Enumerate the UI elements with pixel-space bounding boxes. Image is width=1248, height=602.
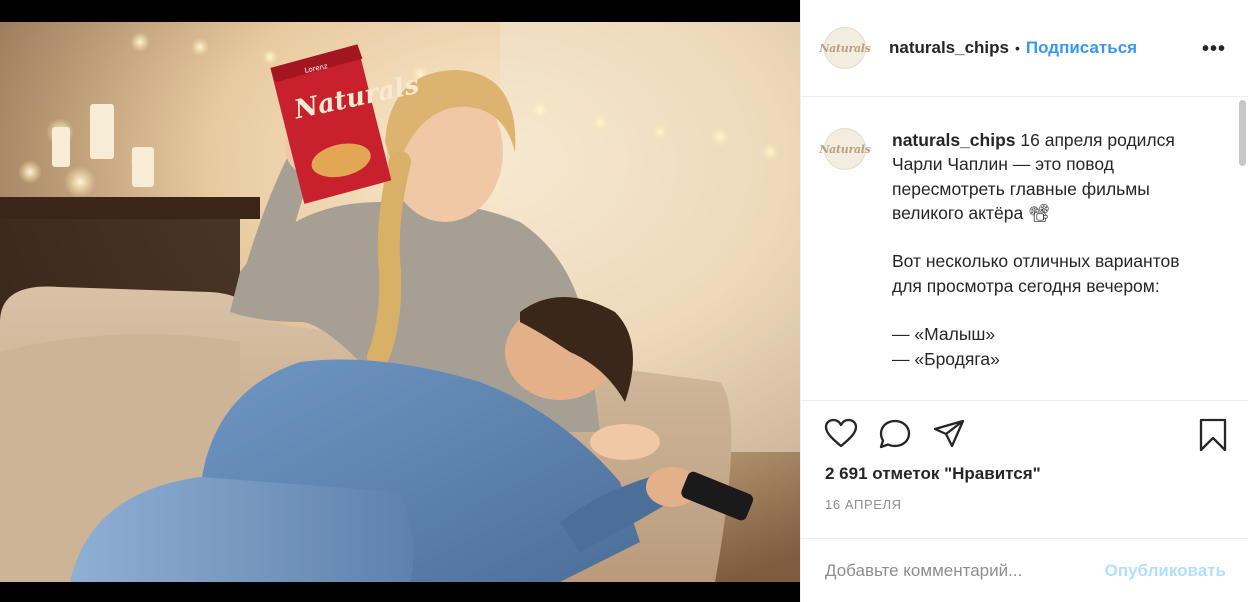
header-username[interactable]: naturals_chips <box>889 38 1009 58</box>
post-media[interactable]: Naturals Lorenz <box>0 0 800 602</box>
post-actions: 2 691 отметок "Нравится" 16 АПРЕЛЯ <box>801 400 1248 538</box>
comment-bar: Опубликовать <box>801 538 1248 602</box>
bookmark-icon[interactable] <box>1198 418 1228 457</box>
caption-area: Naturals naturals_chips 16 апреля родилс… <box>801 98 1248 400</box>
avatar-logo-text: Naturals <box>819 41 871 55</box>
post-date[interactable]: 16 АПРЕЛЯ <box>825 497 902 512</box>
caption-avatar[interactable]: Naturals <box>819 128 871 170</box>
post-side-panel: Naturals naturals_chips • Подписаться ••… <box>800 0 1248 602</box>
publish-button[interactable]: Опубликовать <box>1105 561 1226 581</box>
post-photo[interactable]: Naturals Lorenz <box>0 22 800 582</box>
post-photo-illustration: Naturals Lorenz <box>0 22 800 582</box>
avatar[interactable]: Naturals <box>819 27 871 69</box>
follow-button[interactable]: Подписаться <box>1026 38 1137 58</box>
caption-scrollbar[interactable] <box>1239 100 1246 166</box>
comment-input[interactable] <box>825 560 1105 581</box>
more-options-icon[interactable]: ••• <box>1202 38 1226 61</box>
share-icon[interactable] <box>932 418 966 450</box>
caption-avatar-logo-text: Naturals <box>819 142 871 156</box>
post-header: Naturals naturals_chips • Подписаться ••… <box>801 0 1248 97</box>
likes-count[interactable]: 2 691 отметок "Нравится" <box>825 464 1041 484</box>
caption-username[interactable]: naturals_chips <box>892 130 1016 150</box>
comment-icon[interactable] <box>878 418 912 450</box>
heart-icon[interactable] <box>824 418 858 450</box>
caption-text: 16 апреля родился Чарли Чаплин — это пов… <box>892 130 1180 369</box>
header-separator-dot: • <box>1015 40 1020 56</box>
caption-text-block: naturals_chips 16 апреля родился Чарли Ч… <box>892 128 1192 400</box>
